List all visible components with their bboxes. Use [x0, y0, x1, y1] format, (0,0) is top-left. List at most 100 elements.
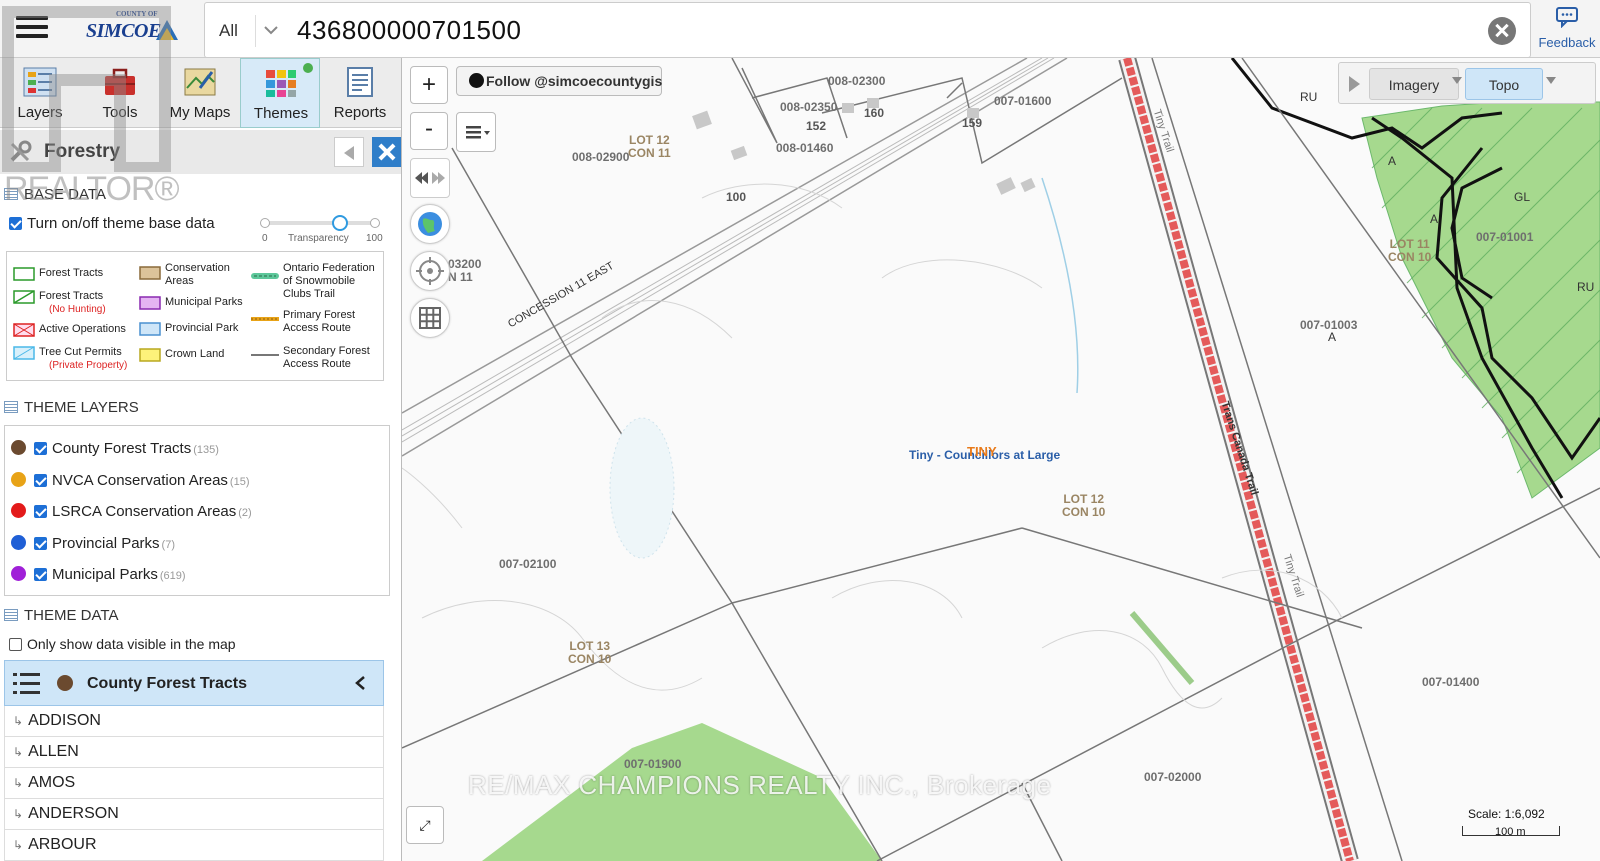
address-label: 100 — [726, 190, 747, 204]
layer-checkbox[interactable] — [34, 474, 47, 487]
transparency-slider[interactable]: 0 Transparency 100 — [260, 215, 383, 246]
layer-color-dot — [11, 566, 26, 581]
tool-themes[interactable]: Themes — [240, 58, 320, 128]
zone-label: RU — [1300, 90, 1318, 104]
sub-item-arrow-icon: ↳ — [13, 807, 24, 821]
secondary-forest-route-swatch-icon — [251, 354, 279, 356]
theme-layer-row[interactable]: County Forest Tracts (135) — [11, 440, 219, 457]
section-list-icon — [4, 401, 18, 413]
basemap-imagery-button[interactable]: Imagery — [1369, 68, 1459, 100]
list-item[interactable]: ↳ ADDISON — [4, 706, 384, 737]
parcel-label: 007-01900 — [624, 757, 682, 771]
close-theme-button[interactable] — [372, 137, 401, 167]
logo-small-text: COUNTY OF — [116, 10, 158, 18]
map-canvas[interactable]: 008-02300 008-02350 152 160 008-01460 00… — [402, 58, 1600, 861]
crosshair-icon — [416, 257, 444, 285]
tool-reports[interactable]: Reports — [320, 58, 400, 128]
stream — [1041, 177, 1079, 394]
layer-color-dot — [11, 503, 26, 518]
municipality-label: TINY — [967, 444, 997, 459]
list-item[interactable]: ↳ AMOS — [4, 768, 384, 799]
toolbox-icon — [105, 68, 135, 95]
base-data-toggle-label: Turn on/off theme base data — [27, 215, 215, 232]
search-scope-select[interactable]: All — [219, 21, 238, 41]
map-menu-button[interactable] — [456, 112, 496, 152]
globe-button[interactable] — [410, 204, 450, 244]
wetland-area — [609, 417, 675, 559]
slider-min-label: 0 — [262, 233, 268, 244]
section-list-icon — [4, 609, 18, 621]
theme-layer-row[interactable]: Municipal Parks (619) — [11, 566, 186, 583]
follow-button[interactable]: Follow @simcoecountygis — [456, 66, 662, 96]
tool-my-maps[interactable]: My Maps — [160, 58, 240, 128]
search-input[interactable] — [297, 15, 1397, 46]
base-data-legend: Forest Tracts Forest Tracts (No Hunting) … — [6, 251, 384, 381]
lot-label: LOT 13 CON 10 — [568, 639, 612, 666]
zoom-out-button[interactable]: - — [410, 112, 448, 150]
tract-group-title: County Forest Tracts — [87, 675, 248, 692]
history-nav-button[interactable] — [410, 158, 450, 198]
locate-button[interactable] — [410, 251, 450, 291]
list-item[interactable]: ↳ ANDERSON — [4, 799, 384, 830]
hamburger-menu-icon[interactable] — [16, 16, 48, 42]
base-data-toggle[interactable]: Turn on/off theme base data — [9, 215, 215, 232]
layer-color-dot — [11, 472, 26, 487]
tool-tools[interactable]: Tools — [80, 58, 160, 128]
theme-layer-row[interactable]: Provincial Parks (7) — [11, 535, 175, 552]
tool-label: Tools — [102, 104, 138, 121]
slider-handle[interactable] — [331, 215, 348, 231]
logo-mark-icon — [156, 20, 178, 40]
zone-label: A — [1328, 330, 1337, 344]
zone-label: A — [1430, 212, 1439, 226]
layer-checkbox[interactable] — [34, 568, 47, 581]
sub-item-arrow-icon: ↳ — [13, 838, 24, 852]
themes-icon — [266, 70, 296, 97]
snowmobile-trail-swatch-icon — [251, 273, 279, 279]
play-arrow-icon[interactable] — [1343, 69, 1365, 99]
tools-wrench-icon — [10, 140, 32, 162]
layer-checkbox[interactable] — [34, 505, 47, 518]
chevron-left-icon[interactable] — [353, 675, 367, 691]
forest-tract-no-hunting-swatch-icon — [13, 290, 35, 304]
tool-layers[interactable]: Layers — [0, 58, 80, 128]
only-show-visible-toggle[interactable]: Only show data visible in the map — [9, 636, 236, 652]
only-show-checkbox[interactable] — [9, 638, 22, 651]
feedback-button[interactable]: Feedback — [1535, 6, 1599, 56]
contour-lines — [402, 183, 1343, 709]
zoom-in-button[interactable]: + — [410, 66, 448, 104]
back-button[interactable] — [334, 137, 364, 167]
theme-layer-row[interactable]: LSRCA Conservation Areas (2) — [11, 503, 252, 520]
layer-checkbox[interactable] — [34, 537, 47, 550]
slider-track[interactable] — [264, 221, 376, 225]
basemap-topo-button[interactable]: Topo — [1465, 68, 1543, 100]
slider-label: Transparency — [288, 233, 349, 244]
my-maps-icon — [184, 68, 216, 96]
parcel-label: 008-02300 — [828, 74, 886, 88]
slider-start-marker — [260, 218, 270, 228]
lot-label: LOT 11 CON 10 — [1388, 237, 1432, 264]
grid-button[interactable] — [410, 298, 450, 338]
clear-search-icon[interactable] — [1488, 17, 1516, 45]
crown-land-swatch-icon — [139, 348, 161, 362]
sub-item-arrow-icon: ↳ — [13, 745, 24, 759]
feedback-icon — [1556, 7, 1578, 29]
base-data-checkbox[interactable] — [9, 217, 22, 230]
tool-label: Reports — [333, 104, 387, 121]
list-item[interactable]: ↳ ALLEN — [4, 737, 384, 768]
theme-layer-row[interactable]: NVCA Conservation Areas (15) — [11, 472, 249, 489]
imagery-dropdown-icon[interactable] — [1452, 77, 1462, 84]
tract-group-header[interactable]: County Forest Tracts — [4, 660, 384, 706]
topo-dropdown-icon[interactable] — [1546, 77, 1556, 84]
municipal-parks-swatch-icon — [139, 296, 161, 310]
conservation-areas-swatch-icon — [139, 266, 161, 280]
address-label: 152 — [806, 119, 827, 133]
county-logo[interactable]: COUNTY OF SIMCOE — [82, 6, 182, 50]
search-scope-chevron-icon[interactable] — [255, 15, 285, 47]
layer-checkbox[interactable] — [34, 442, 47, 455]
list-item[interactable]: ↳ ARBOUR — [4, 830, 384, 861]
base-data-heading: BASE DATA — [4, 186, 106, 203]
parcel-label: 03200 N 11 — [448, 257, 482, 284]
slider-max-label: 100 — [366, 233, 383, 244]
expand-icon[interactable]: ⤢ — [406, 806, 444, 844]
scale-text: Scale: 1:6,092 — [1468, 807, 1545, 821]
